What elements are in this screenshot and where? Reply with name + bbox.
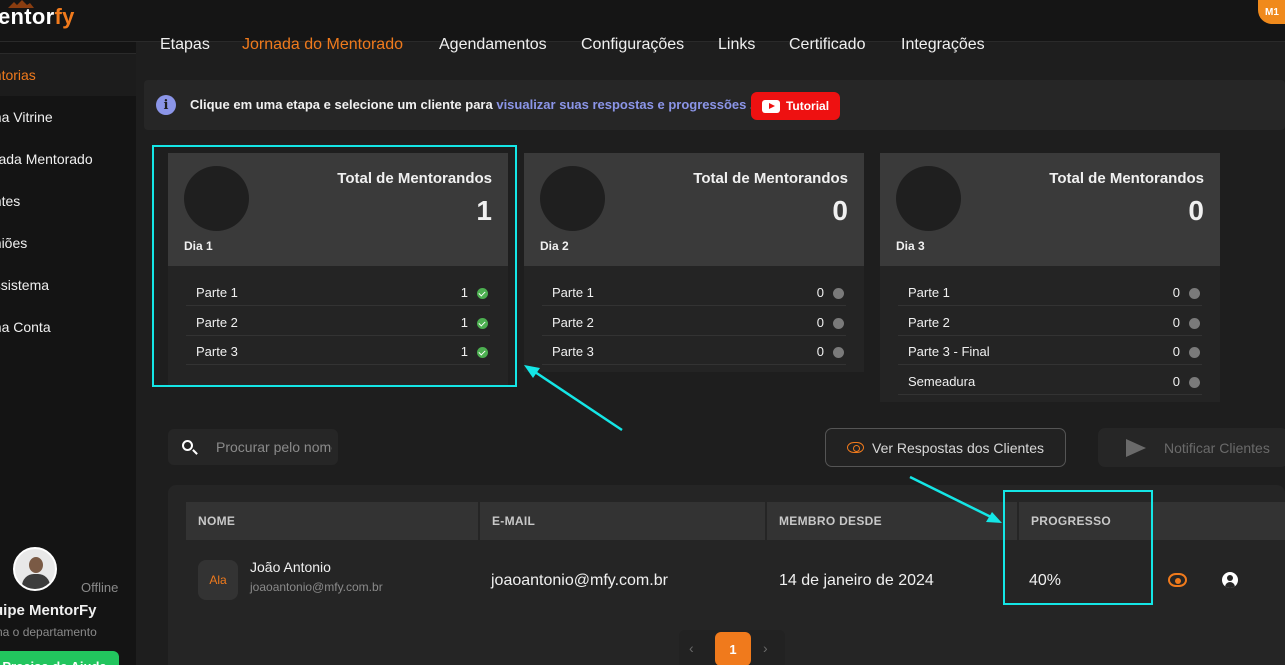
user-avatar-top[interactable]: M1	[1258, 0, 1285, 24]
highlight-box-progress	[1003, 490, 1153, 605]
stage-card-dia-2[interactable]: Dia 2 Total de Mentorandos 0 Parte 10 Pa…	[524, 153, 864, 372]
app-logo[interactable]: entorfy	[0, 4, 75, 30]
client-profile-icon[interactable]	[1222, 572, 1238, 588]
user-department: na o departamento	[0, 625, 97, 639]
info-banner: i Clique em uma etapa e selecione um cli…	[144, 80, 1285, 130]
stage-part-row[interactable]: Semeadura 0	[898, 365, 1202, 395]
tab-links[interactable]: Links	[718, 36, 755, 54]
stage-day: Dia 3	[896, 239, 925, 253]
search-box	[168, 429, 338, 465]
eye-icon	[847, 442, 864, 453]
sidebar-divider	[0, 42, 136, 54]
stage-part-row[interactable]: Parte 3 - Final 0	[898, 335, 1202, 365]
sidebar-item-ecossistema[interactable]: ossistema	[0, 264, 136, 306]
highlight-box-stage-card	[152, 145, 517, 387]
stage-part-row[interactable]: Parte 30	[542, 335, 846, 365]
stage-title: Total de Mentorandos	[693, 170, 848, 187]
send-icon	[1126, 438, 1146, 457]
help-button[interactable]: Precisa de Ajuda	[0, 651, 119, 665]
stage-part-row[interactable]: Parte 20	[542, 306, 846, 336]
pending-circle-icon	[1189, 318, 1200, 329]
sidebar-item-conta[interactable]: nha Conta	[0, 306, 136, 348]
stage-part-row[interactable]: Parte 10	[898, 276, 1202, 306]
tab-jornada[interactable]: Jornada do Mentorado	[242, 36, 403, 54]
tab-configuracoes[interactable]: Configurações	[581, 36, 684, 54]
page-1-button[interactable]: 1	[715, 632, 751, 665]
youtube-icon	[761, 99, 780, 113]
stage-day: Dia 2	[540, 239, 569, 253]
search-input[interactable]	[216, 437, 332, 457]
pending-circle-icon	[1189, 377, 1200, 388]
sidebar-item-mentorias[interactable]: entorias	[0, 54, 136, 96]
client-member-since: 14 de janeiro de 2024	[779, 572, 934, 589]
tab-agendamentos[interactable]: Agendamentos	[439, 36, 547, 54]
column-header-email[interactable]: E-MAIL	[480, 502, 765, 540]
pending-circle-icon	[833, 347, 844, 358]
sidebar-item-vitrine[interactable]: nha Vitrine	[0, 96, 136, 138]
column-header-nome[interactable]: NOME	[186, 502, 478, 540]
pending-circle-icon	[1189, 347, 1200, 358]
pending-circle-icon	[833, 318, 844, 329]
pending-circle-icon	[833, 288, 844, 299]
tab-etapas[interactable]: Etapas	[160, 36, 210, 54]
user-name: uipe MentorFy	[0, 602, 97, 619]
stage-part-row[interactable]: Parte 10	[542, 276, 846, 306]
view-client-eye-icon[interactable]	[1168, 573, 1187, 587]
notify-clients-button[interactable]: Notificar Clientes	[1098, 428, 1285, 467]
client-email: joaoantonio@mfy.com.br	[491, 572, 668, 589]
pagination: ‹ 1 ›	[679, 630, 785, 665]
column-header-membro-desde[interactable]: MEMBRO DESDE	[767, 502, 1017, 540]
tab-certificado[interactable]: Certificado	[789, 36, 865, 54]
sidebar-item-reunioes[interactable]: uniões	[0, 222, 136, 264]
stage-count: 0	[832, 195, 848, 226]
tab-bar: Etapas Jornada do Mentorado Agendamentos…	[144, 36, 1285, 68]
info-text: Clique em uma etapa e selecione um clien…	[190, 97, 754, 112]
info-icon: i	[156, 95, 176, 115]
view-answers-button[interactable]: Ver Respostas dos Clientes	[825, 428, 1066, 467]
pending-circle-icon	[1189, 288, 1200, 299]
user-avatar[interactable]	[13, 547, 57, 591]
stage-card-dia-3[interactable]: Dia 3 Total de Mentorandos 0 Parte 10 Pa…	[880, 153, 1220, 402]
stage-title: Total de Mentorandos	[1049, 170, 1204, 187]
sidebar-item-clientes[interactable]: entes	[0, 180, 136, 222]
search-icon	[182, 440, 193, 451]
prev-page-button[interactable]: ‹	[689, 640, 694, 656]
user-status: Offline	[81, 580, 119, 595]
next-page-button[interactable]: ›	[763, 640, 768, 656]
tutorial-button[interactable]: Tutorial	[751, 92, 840, 120]
client-email-small: joaoantonio@mfy.com.br	[250, 580, 383, 594]
info-link[interactable]: visualizar suas respostas e progressões	[496, 97, 746, 112]
stage-part-row[interactable]: Parte 20	[898, 306, 1202, 336]
client-name: João Antonio	[250, 559, 331, 575]
stage-count: 0	[1188, 195, 1204, 226]
tab-integracoes[interactable]: Integrações	[901, 36, 985, 54]
stage-progress-circle	[540, 166, 605, 231]
sidebar-item-jornada[interactable]: rnada Mentorado	[0, 138, 136, 180]
stage-progress-circle	[896, 166, 961, 231]
client-avatar: Ala	[198, 560, 238, 600]
